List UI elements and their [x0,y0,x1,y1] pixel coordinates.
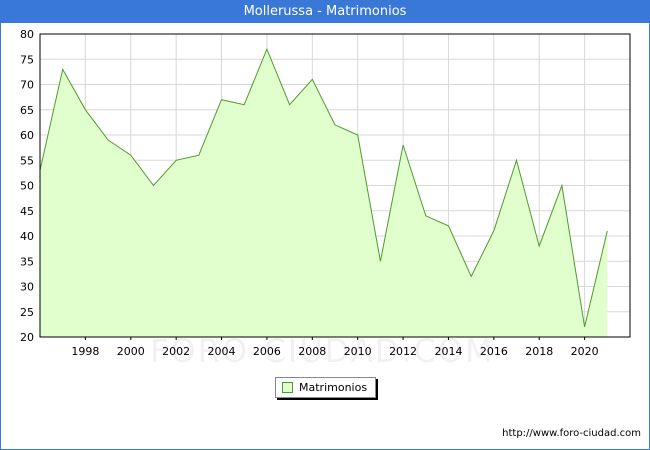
data-area [39,47,608,337]
y-tick-label: 25 [20,306,34,319]
y-tick-label: 55 [20,154,34,167]
y-tick-label: 60 [20,129,34,142]
x-tick-label: 2004 [208,345,236,358]
x-tick-label: 2020 [571,345,599,358]
y-tick-labels: 20 25 30 35 40 45 50 55 60 65 70 75 80 [20,28,34,344]
x-tick-label: 2006 [253,345,281,358]
x-tick-label: 2012 [389,345,417,358]
y-tick-label: 30 [20,281,34,294]
legend-label: Matrimonios [299,381,368,394]
footer-url: http://www.foro-ciudad.com [502,428,641,439]
legend-swatch [282,382,293,393]
y-tick-label: 20 [20,331,34,344]
x-tick-label: 2002 [162,345,190,358]
y-tick-label: 70 [20,79,34,92]
y-tick-label: 35 [20,255,34,268]
x-tick-label: 2010 [344,345,372,358]
series-area [40,49,608,337]
x-tick-label: 1998 [71,345,99,358]
x-tick-labels: 1998 2000 2002 2004 2006 2008 2010 2012 2014 2016… [71,345,598,358]
legend: Matrimonios [275,377,377,398]
y-tick-label: 80 [20,28,34,41]
y-tick-label: 45 [20,205,34,218]
y-tick-label: 65 [20,104,34,117]
x-tick-label: 2008 [298,345,326,358]
x-tick-label: 2016 [480,345,508,358]
y-tick-label: 75 [20,53,34,66]
x-tick-label: 2014 [434,345,462,358]
y-tick-label: 50 [20,180,34,193]
y-tick-label: 40 [20,230,34,243]
x-tick-label: 2000 [117,345,145,358]
x-tick-label: 2018 [525,345,553,358]
